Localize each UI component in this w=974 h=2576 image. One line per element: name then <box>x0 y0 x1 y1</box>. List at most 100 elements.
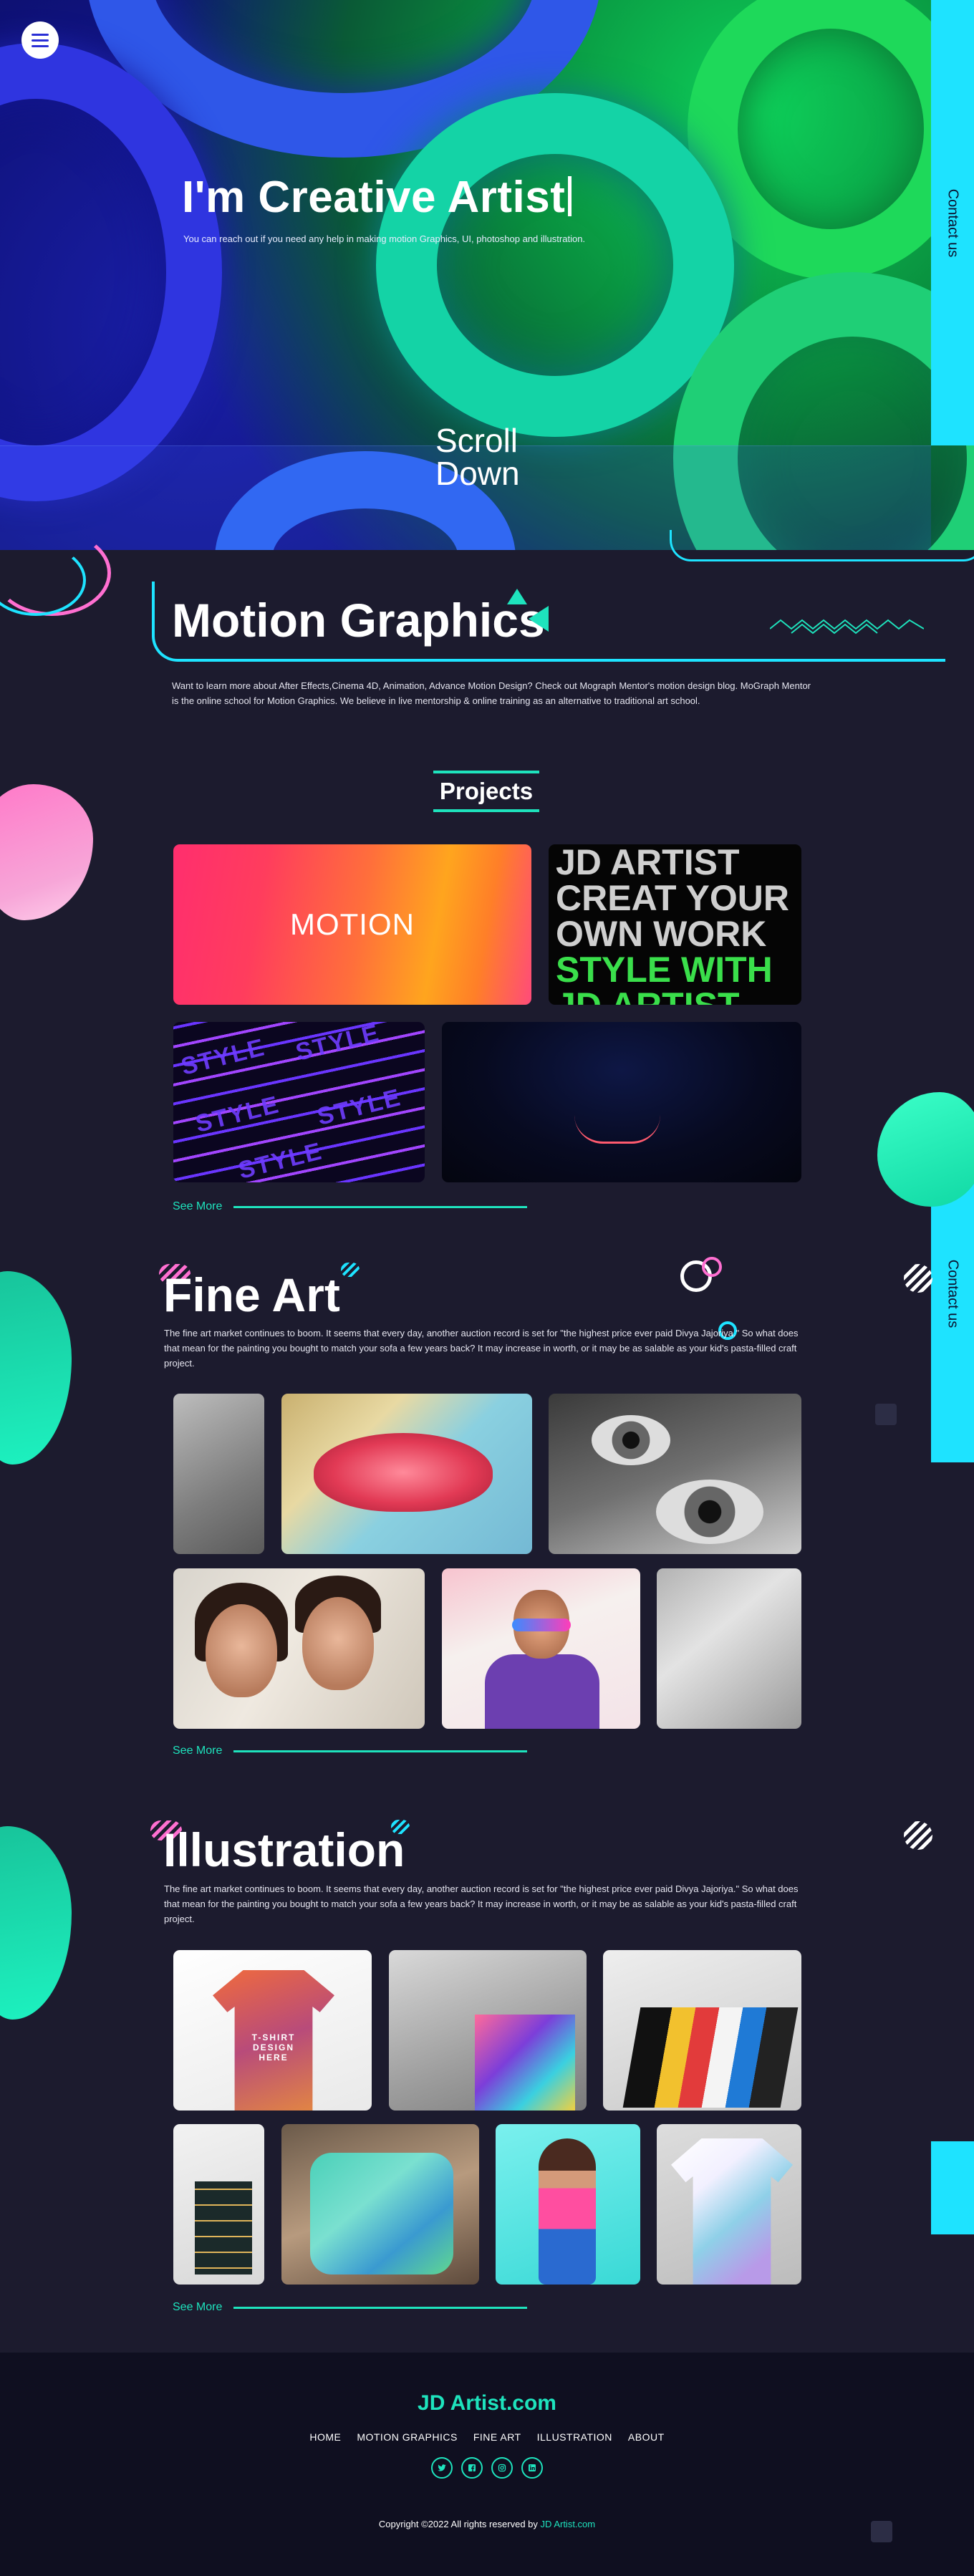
illustration-see-more-link[interactable]: See More <box>173 2301 528 2314</box>
see-more-underline <box>233 1750 528 1752</box>
motion-card-label: MOTION <box>290 907 415 941</box>
footer-social <box>0 2457 974 2479</box>
illustration-description: The fine art market continues to boom. I… <box>164 1883 799 1924</box>
tshirt-mockup <box>671 2138 793 2285</box>
style-word: STYLE <box>293 1022 383 1066</box>
style-word: STYLE <box>178 1033 269 1081</box>
card-text-line: STYLE WITH <box>556 950 773 990</box>
scroll-line-1: Scroll <box>435 422 519 459</box>
tote-mockup <box>195 2181 252 2274</box>
card-text-line: JD ARTIST <box>556 844 740 882</box>
card-text-line: CREAT YOUR <box>556 878 789 918</box>
style-word: STYLE <box>314 1084 405 1131</box>
contact-us-tab-edge[interactable] <box>931 2141 974 2234</box>
see-more-label: See More <box>173 2301 223 2313</box>
decorative-circle <box>702 1257 722 1277</box>
triangle-icon <box>507 589 527 604</box>
footer: JD Artist.com HOME MOTION GRAPHICS FINE … <box>0 2353 974 2576</box>
illustration-abstract-card[interactable] <box>603 1950 801 2111</box>
hero-title: I'm Creative Artist <box>182 172 572 223</box>
decorative-blob <box>877 1092 974 1207</box>
striped-pill-icon <box>341 1263 360 1277</box>
decorative-blob <box>0 784 93 920</box>
footer-link-home[interactable]: HOME <box>309 2431 341 2443</box>
triangle-icon <box>529 606 549 632</box>
fine-art-couple-portrait-card[interactable] <box>173 1568 425 1729</box>
contact-us-label: Contact us <box>945 188 961 257</box>
copyright-text: Copyright ©2022 All rights reserved by <box>378 2519 538 2529</box>
typography-project-card[interactable]: JD ARTIST CREAT YOUR OWN WORK STYLE WITH… <box>549 844 801 1005</box>
fine-art-title: Fine Art <box>163 1268 340 1321</box>
illustration-face-tee-card[interactable] <box>657 2124 801 2285</box>
striped-circle-icon <box>904 1264 932 1293</box>
fine-art-lips-card[interactable] <box>281 1394 532 1554</box>
footer-link-illustration[interactable]: ILLUSTRATION <box>537 2431 612 2443</box>
fine-art-sketch-card[interactable] <box>173 1394 264 1554</box>
illustration-tote-card[interactable] <box>173 2124 264 2285</box>
style-word: STYLE <box>193 1091 283 1138</box>
footer-link-fine-art[interactable]: FINE ART <box>473 2431 521 2443</box>
fine-art-see-more-link[interactable]: See More <box>173 1745 528 1757</box>
style-word: STYLE <box>236 1137 326 1182</box>
portrait-face <box>302 1597 374 1690</box>
fine-art-description: The fine art market continues to boom. I… <box>164 1328 799 1369</box>
motion-see-more-link[interactable]: See More <box>173 1200 528 1213</box>
illustration-printed-shirt-card[interactable] <box>281 2124 479 2285</box>
glow-arc <box>574 1115 660 1144</box>
fine-art-eye-card[interactable] <box>549 1394 801 1554</box>
projects-button[interactable]: Projects <box>433 771 539 812</box>
portrait-face <box>206 1604 277 1697</box>
illustration-tshirt-card[interactable]: T-SHIRT DESIGN HERE <box>173 1950 372 2111</box>
bag-mockup <box>475 2015 575 2111</box>
portrait-shirt <box>485 1654 599 1729</box>
decorative-square <box>871 2521 892 2542</box>
decorative-blob <box>0 1826 72 2020</box>
hamburger-icon[interactable] <box>21 21 59 59</box>
decorative-blob <box>0 1271 72 1465</box>
facebook-icon[interactable] <box>461 2457 483 2479</box>
twitter-icon[interactable] <box>431 2457 453 2479</box>
footer-link-motion-graphics[interactable]: MOTION GRAPHICS <box>357 2431 458 2443</box>
footer-nav: HOME MOTION GRAPHICS FINE ART ILLUSTRATI… <box>0 2431 974 2443</box>
contact-us-label: Contact us <box>945 1259 961 1328</box>
motion-graphics-title: Motion Graphics <box>172 594 545 647</box>
eye-drawing <box>656 1480 763 1544</box>
printed-shirt <box>310 2153 453 2274</box>
see-more-label: See More <box>173 1745 223 1757</box>
style-project-card[interactable]: STYLE STYLE STYLE STYLE STYLE <box>173 1022 425 1182</box>
fine-art-pencil-portrait-card[interactable] <box>657 1568 801 1729</box>
illustration-bag-card[interactable] <box>389 1950 587 2111</box>
hero-subtitle: You can reach out if you need any help i… <box>183 233 586 244</box>
see-more-underline <box>233 2306 528 2309</box>
fine-art-selfie-portrait-card[interactable] <box>442 1568 640 1729</box>
footer-copyright: Copyright ©2022 All rights reserved by J… <box>0 2519 974 2529</box>
contact-us-tab[interactable]: Contact us <box>931 0 974 445</box>
scroll-down-link[interactable]: Scroll Down <box>435 424 536 490</box>
lips-painting <box>314 1433 493 1512</box>
dark-project-card[interactable] <box>442 1022 801 1182</box>
linkedin-icon[interactable] <box>521 2457 543 2479</box>
copyright-brand-link[interactable]: JD Artist.com <box>541 2519 596 2529</box>
footer-link-about[interactable]: ABOUT <box>628 2431 665 2443</box>
motion-graphics-description: Want to learn more about After Effects,C… <box>172 680 811 706</box>
abstract-artwork <box>622 2007 799 2108</box>
illustration-title: Illustration <box>163 1823 405 1876</box>
decorative-square <box>875 1404 897 1425</box>
hero-ring-graphic <box>376 93 734 437</box>
footer-brand[interactable]: JD Artist.com <box>0 2391 974 2416</box>
tshirt-text: T-SHIRT DESIGN HERE <box>251 2032 296 2063</box>
scroll-line-2: Down <box>435 455 520 492</box>
zigzag-icon <box>770 619 924 635</box>
motion-project-card[interactable]: MOTION <box>173 844 531 1005</box>
eye-drawing <box>592 1415 670 1465</box>
illustration-model-card[interactable] <box>496 2124 640 2285</box>
card-text-line: JD ARTIST <box>556 988 794 1005</box>
instagram-icon[interactable] <box>491 2457 513 2479</box>
model-figure <box>539 2138 596 2285</box>
card-text-line: OWN WORK <box>556 914 767 954</box>
decorative-line <box>670 530 974 561</box>
striped-circle-icon <box>904 1821 932 1850</box>
sunglasses <box>512 1619 571 1631</box>
see-more-label: See More <box>173 1200 223 1212</box>
hero-section: I'm Creative Artist You can reach out if… <box>0 0 974 550</box>
